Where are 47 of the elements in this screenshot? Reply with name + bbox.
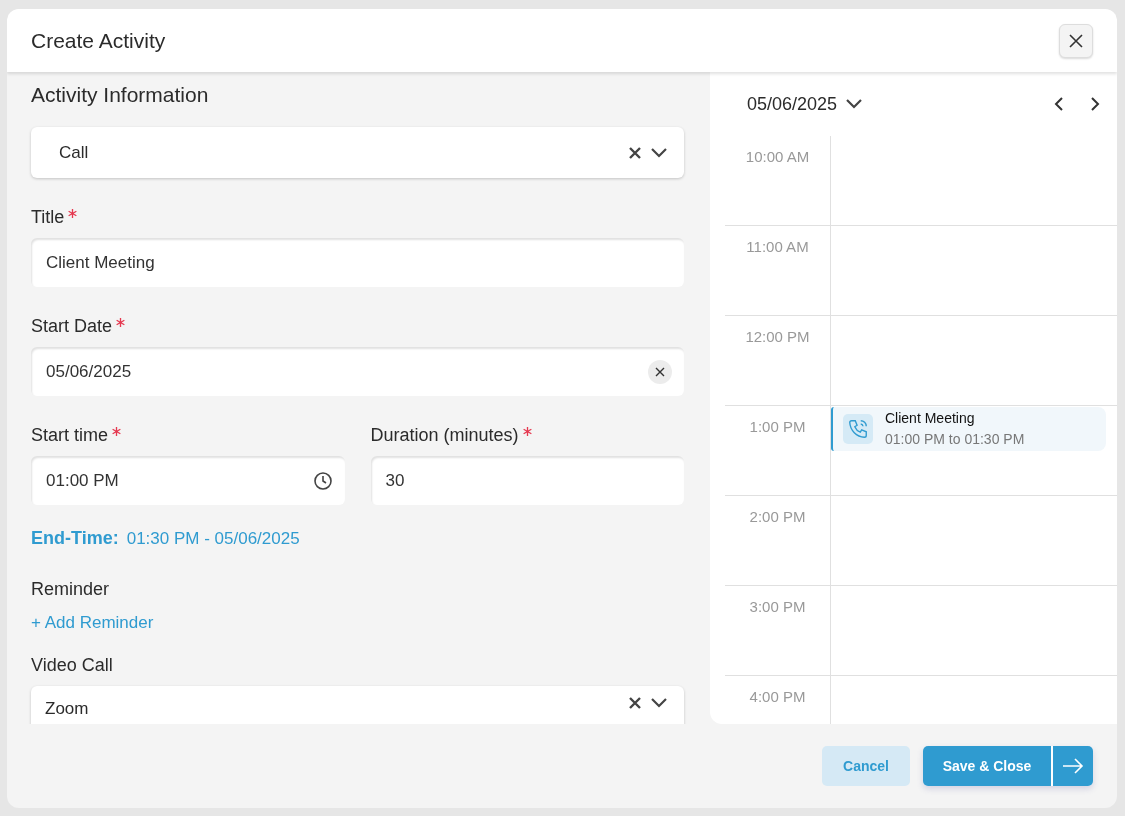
close-icon bbox=[655, 366, 665, 377]
field-label: Video Call bbox=[31, 653, 114, 676]
clock-icon[interactable] bbox=[312, 470, 333, 491]
input-field[interactable]: 01:00 PM bbox=[31, 456, 345, 506]
chevron-down-icon[interactable] bbox=[650, 146, 668, 159]
field-value: 30 bbox=[385, 469, 406, 492]
section-heading: Activity Information bbox=[31, 82, 210, 108]
end-time-label: End-Time: bbox=[31, 527, 119, 551]
chevron-down-icon[interactable] bbox=[650, 696, 668, 709]
select-value: Call bbox=[59, 141, 90, 164]
calendar-date: 05/06/2025 bbox=[747, 92, 838, 116]
phone-icon bbox=[843, 414, 873, 444]
field-value: Client Meeting bbox=[46, 251, 156, 274]
clear-icon[interactable] bbox=[628, 695, 642, 710]
time-label: 10:00 AM bbox=[725, 136, 831, 225]
field-value: 01:00 PM bbox=[46, 469, 120, 492]
previous-icon[interactable] bbox=[1053, 96, 1065, 112]
field-label: Title bbox=[31, 207, 65, 228]
input-field[interactable]: 30 bbox=[370, 456, 684, 506]
input-field[interactable]: Client Meeting bbox=[31, 238, 684, 288]
chevron-down-icon[interactable] bbox=[845, 98, 864, 110]
end-time-value: 01:30 PM - 05/06/2025 bbox=[126, 528, 300, 551]
clear-icon[interactable] bbox=[628, 145, 642, 160]
event-time: 01:00 PM to 01:30 PM bbox=[885, 430, 1025, 449]
field-value: 05/06/2025 bbox=[46, 360, 133, 383]
date-picker[interactable]: 05/06/2025 bbox=[747, 90, 864, 118]
time-label: 11:00 AM bbox=[725, 226, 831, 315]
arrow-right-icon bbox=[1062, 757, 1084, 775]
select-field[interactable]: Call bbox=[31, 127, 684, 179]
reminder-label: Reminder bbox=[31, 578, 111, 601]
next-icon[interactable] bbox=[1089, 96, 1101, 112]
time-label: 2:00 PM bbox=[725, 496, 831, 585]
clear-button[interactable] bbox=[648, 359, 672, 384]
close-button[interactable] bbox=[1059, 23, 1093, 58]
calendar-event[interactable]: Client Meeting 01:00 PM to 01:30 PM bbox=[831, 407, 1106, 451]
time-label: 3:00 PM bbox=[725, 586, 831, 675]
dialog-title: Create Activity bbox=[31, 27, 166, 54]
input-field[interactable]: 05/06/2025 bbox=[31, 347, 684, 397]
field-label: Start Date bbox=[31, 316, 113, 337]
field-label: Duration (minutes) bbox=[370, 425, 519, 446]
field-label: Start time bbox=[31, 425, 109, 446]
select-field[interactable]: Zoom bbox=[31, 685, 684, 724]
time-label: 12:00 PM bbox=[725, 316, 831, 405]
event-title: Client Meeting bbox=[885, 409, 976, 428]
close-icon bbox=[1068, 32, 1084, 49]
next-button[interactable] bbox=[1051, 746, 1093, 786]
select-value: Zoom bbox=[45, 697, 90, 720]
